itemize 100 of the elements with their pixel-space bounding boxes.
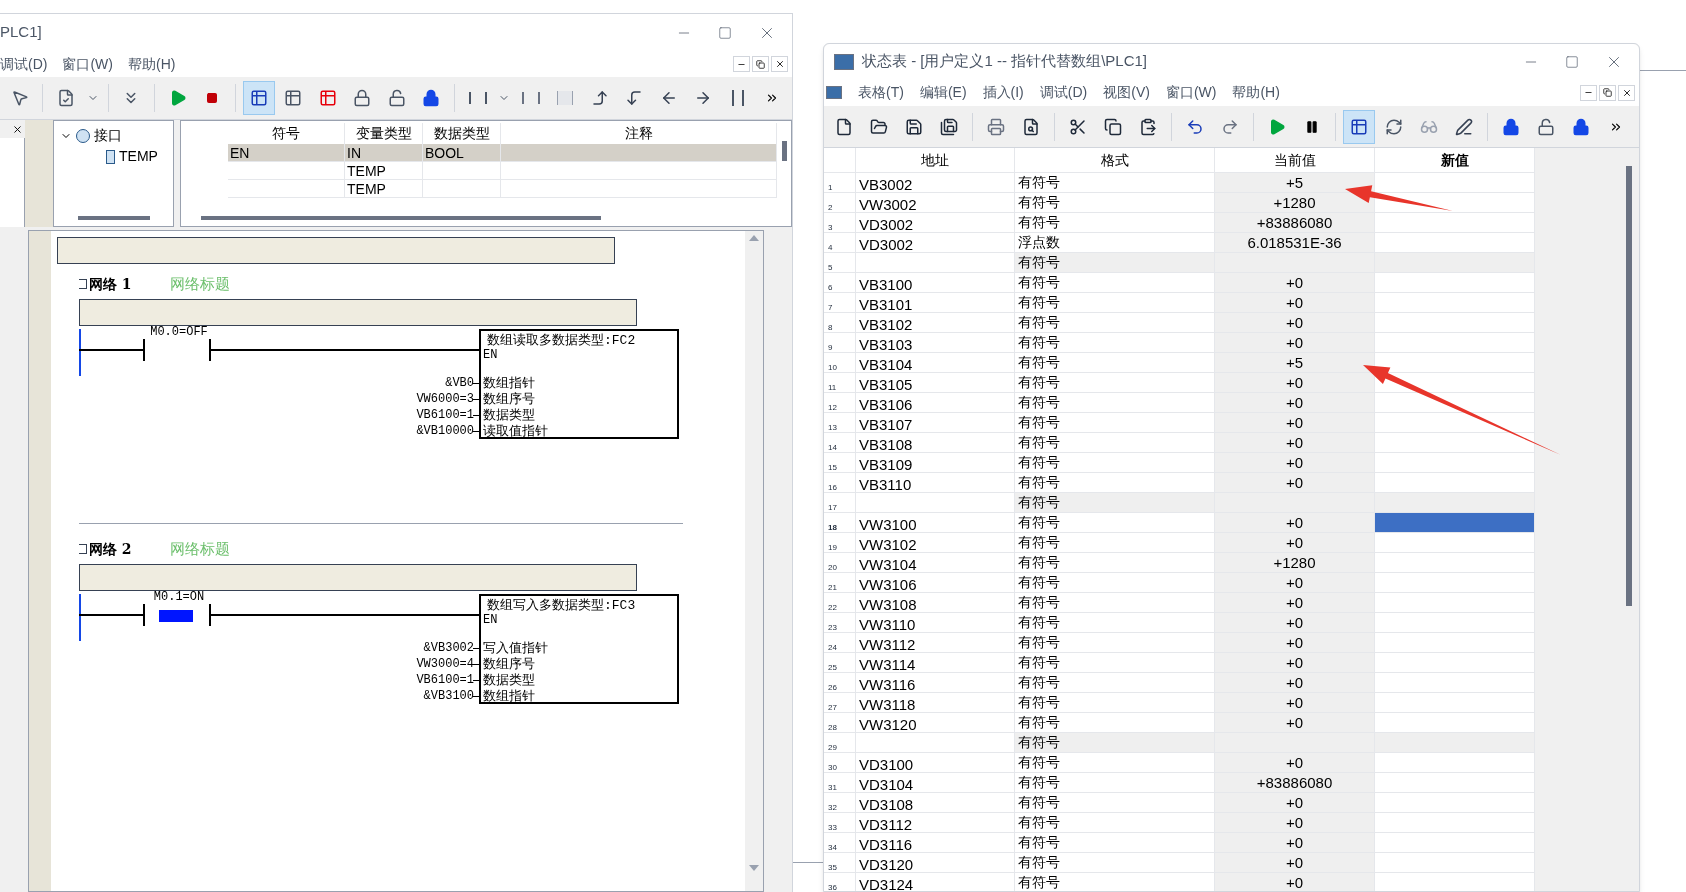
table-cell: +83886080	[1215, 773, 1375, 792]
table-cell: +5	[1215, 173, 1375, 192]
table-row[interactable]: TEMP	[228, 162, 777, 180]
contact-drawing[interactable]	[143, 339, 213, 361]
table-row[interactable]: TEMP	[228, 180, 777, 198]
restore-button[interactable]	[752, 56, 769, 72]
delete-rung-icon	[521, 92, 540, 104]
menu-item[interactable]: 编辑(E)	[919, 82, 967, 103]
table-cell[interactable]	[1375, 493, 1535, 512]
minimize-button[interactable]	[1580, 84, 1597, 101]
function-block[interactable]	[479, 594, 679, 704]
table-cell: VW3116	[859, 676, 916, 693]
table-cell: VD3112	[859, 816, 913, 833]
row-number: 18	[828, 523, 837, 532]
table-cell: VD3002	[859, 236, 914, 253]
menu-item[interactable]: 帮助(H)	[128, 53, 176, 75]
scrollbar[interactable]	[781, 141, 787, 161]
row-number: 17	[828, 503, 837, 512]
corner-down-icon	[625, 89, 644, 107]
table-cell[interactable]	[1375, 513, 1535, 532]
scroll-down-icon[interactable]	[749, 865, 759, 871]
table-cell: VD3124	[859, 876, 914, 891]
table-row[interactable]: EN IN BOOL	[228, 144, 777, 162]
scrollbar[interactable]	[1626, 166, 1632, 606]
table-cell: 有符号	[1015, 733, 1215, 752]
row-number: 33	[828, 823, 837, 832]
row-number: 31	[828, 783, 837, 792]
table-cell: +0	[1215, 333, 1375, 352]
menu-item[interactable]: 调试(D)	[1039, 82, 1088, 103]
toolbar-button[interactable]	[243, 81, 275, 115]
row-number: 1	[828, 183, 833, 192]
tree-item[interactable]: 接口	[94, 125, 122, 146]
function-block[interactable]	[479, 329, 679, 439]
table-cell: +0	[1215, 633, 1375, 652]
table-cell: +0	[1215, 753, 1375, 772]
table-cell: VB3110	[859, 476, 912, 493]
menu-item[interactable]: 表格(T)	[858, 82, 904, 103]
table-icon	[249, 89, 268, 107]
menu-item[interactable]: 帮助(H)	[1232, 82, 1280, 103]
row-number: 28	[828, 723, 837, 732]
unlock-icon	[387, 89, 406, 107]
table-icon	[318, 89, 337, 107]
comment-field[interactable]	[79, 564, 637, 591]
table-cell: +1280	[1215, 553, 1375, 572]
table-cell[interactable]	[1375, 733, 1535, 752]
table-cell: VB3103	[859, 336, 913, 353]
table-cell: VB3100	[859, 276, 913, 293]
file-icon	[835, 117, 853, 136]
minimize-button[interactable]	[733, 56, 750, 72]
table-cell: VD3116	[859, 836, 913, 853]
table-cell: TEMP	[347, 181, 386, 197]
table-cell: VD3120	[859, 856, 914, 873]
table-cell[interactable]	[1375, 253, 1535, 272]
maximize-icon[interactable]	[1565, 54, 1579, 69]
menu-item[interactable]: 调试(D)	[0, 53, 48, 75]
maximize-icon[interactable]	[718, 25, 732, 40]
table-cell: VB3102	[859, 316, 913, 333]
restore-button[interactable]	[1599, 84, 1616, 101]
tree-item[interactable]: TEMP	[119, 146, 158, 167]
row-number: 3	[828, 223, 833, 232]
table-cell: VB3109	[859, 456, 913, 473]
lock-icon	[1502, 117, 1520, 136]
scroll-up-icon[interactable]	[749, 235, 759, 241]
collapse-icon[interactable]	[79, 544, 87, 555]
comment-field[interactable]	[79, 299, 637, 326]
menu-item[interactable]: 窗口(W)	[1165, 82, 1217, 103]
table-cell: +0	[1215, 453, 1375, 472]
table-cell: VW3110	[859, 616, 916, 633]
operand-label: VB6100=1	[416, 407, 474, 423]
table-cell: VW3002	[859, 196, 917, 213]
contact-drawing[interactable]	[143, 604, 213, 626]
close-button[interactable]	[771, 56, 788, 72]
operand-label: &VB3100	[423, 688, 474, 704]
collapse-icon[interactable]	[79, 279, 87, 290]
lock-icon	[422, 89, 441, 107]
row-number: 20	[828, 563, 837, 572]
scrollbar[interactable]	[201, 216, 601, 220]
table-cell: EN	[230, 145, 250, 161]
close-button[interactable]	[1618, 84, 1635, 101]
window-title: 状态表 - [用户定义1 -- 指针代替数组\PLC1]	[862, 51, 1148, 72]
insert-rung-icon	[468, 92, 487, 104]
menu-item[interactable]: 视图(V)	[1103, 82, 1150, 103]
close-icon[interactable]	[12, 124, 23, 135]
menu-item[interactable]: 插入(I)	[982, 82, 1024, 103]
pin-label: 写入值指针	[483, 640, 548, 656]
row-number: 22	[828, 603, 837, 612]
contact-icon	[557, 91, 574, 105]
scrollbar[interactable]	[77, 216, 150, 220]
pause-icon	[1305, 119, 1319, 134]
table-cell: VB3106	[859, 396, 913, 413]
table-cell: +0	[1215, 413, 1375, 432]
comment-field[interactable]	[57, 237, 615, 264]
row-number: 10	[828, 363, 837, 372]
toolbar-button[interactable]	[1343, 109, 1375, 144]
table-cell: +0	[1215, 473, 1375, 492]
menu-item[interactable]: 窗口(W)	[62, 53, 113, 75]
row-number: 13	[828, 423, 837, 432]
app-icon	[834, 53, 854, 70]
row-number: 5	[828, 263, 833, 272]
operand-label: VW3000=4	[416, 656, 474, 672]
